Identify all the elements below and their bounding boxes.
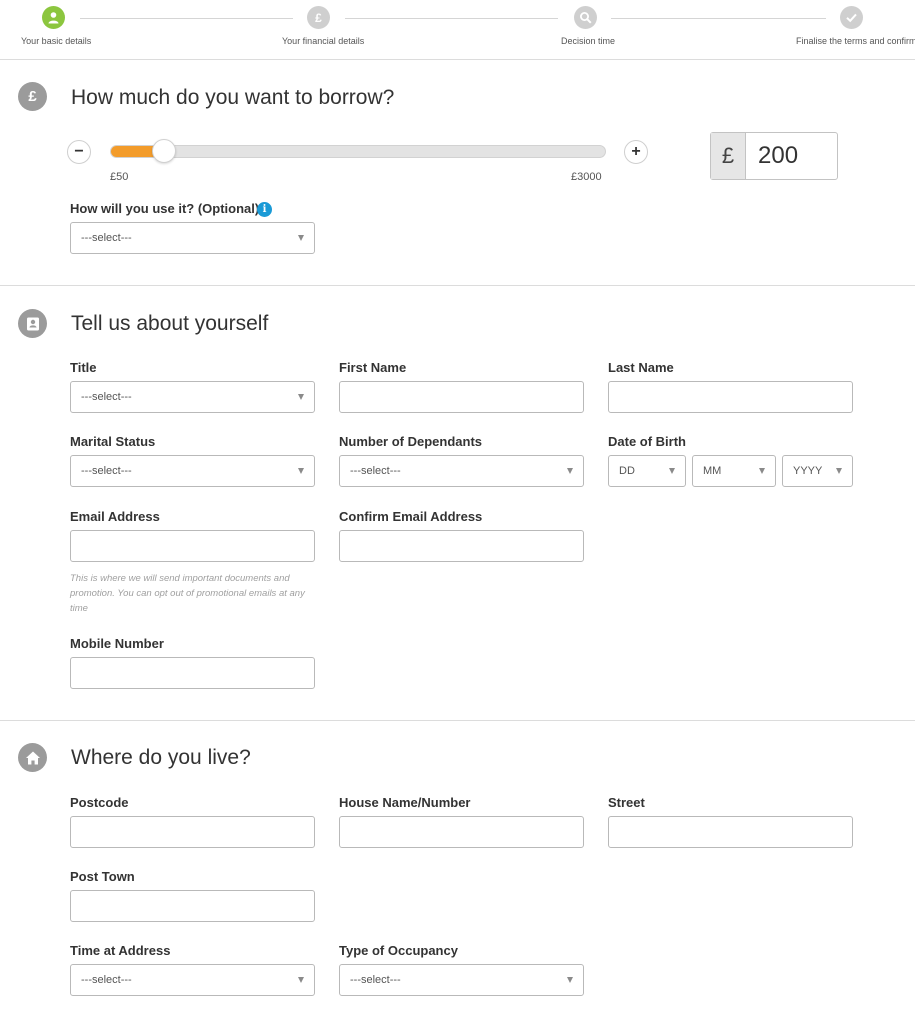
step-financial-details-icon: £ <box>307 6 330 29</box>
mobile-label: Mobile Number <box>70 636 164 651</box>
slider-min-label: £50 <box>110 171 129 183</box>
use-purpose-label: How will you use it? (Optional) <box>70 201 260 216</box>
time-at-address-select[interactable]: ---select--- <box>70 964 315 996</box>
email-field[interactable] <box>70 530 315 562</box>
occupancy-label: Type of Occupancy <box>339 943 458 958</box>
title-select[interactable]: ---select--- <box>70 381 315 413</box>
select-value: ---select--- <box>81 391 132 403</box>
about-section-icon <box>18 309 47 338</box>
chevron-down-icon <box>567 977 573 983</box>
postcode-label: Postcode <box>70 795 129 810</box>
step-basic-details-icon <box>42 6 65 29</box>
marital-status-select[interactable]: ---select--- <box>70 455 315 487</box>
select-value: ---select--- <box>350 974 401 986</box>
currency-symbol: £ <box>711 133 746 179</box>
marital-status-label: Marital Status <box>70 434 156 449</box>
post-town-label: Post Town <box>70 869 135 884</box>
info-icon[interactable]: i <box>257 202 272 217</box>
chevron-down-icon <box>298 977 304 983</box>
select-value: YYYY <box>793 465 823 477</box>
house-number-field[interactable] <box>339 816 584 848</box>
about-section-title: Tell us about yourself <box>71 312 269 335</box>
confirm-email-field[interactable] <box>339 530 584 562</box>
last-name-label: Last Name <box>608 360 674 375</box>
step-label-basic-details: Your basic details <box>21 36 92 46</box>
confirm-email-label: Confirm Email Address <box>339 509 483 524</box>
search-icon <box>580 12 592 24</box>
mobile-field[interactable] <box>70 657 315 689</box>
user-icon <box>48 12 59 24</box>
occupancy-select[interactable]: ---select--- <box>339 964 584 996</box>
section-divider <box>0 285 915 286</box>
chevron-down-icon <box>298 235 304 241</box>
step-connector <box>80 18 293 19</box>
address-section-icon <box>18 743 47 772</box>
progress-stepper: £ Your basic details Your financial deta… <box>0 0 915 60</box>
first-name-label: First Name <box>339 360 407 375</box>
select-value: ---select--- <box>350 465 401 477</box>
check-icon <box>846 13 857 23</box>
step-confirm-icon <box>840 6 863 29</box>
step-connector <box>611 18 826 19</box>
step-connector <box>345 18 558 19</box>
select-value: ---select--- <box>81 465 132 477</box>
address-section-title: Where do you live? <box>71 746 251 769</box>
dob-month-select[interactable]: MM <box>692 455 776 487</box>
dependants-select[interactable]: ---select--- <box>339 455 584 487</box>
select-value: ---select--- <box>81 232 132 244</box>
last-name-field[interactable] <box>608 381 853 413</box>
title-label: Title <box>70 360 97 375</box>
amount-field[interactable]: £ 200 <box>710 132 838 180</box>
email-hint: This is where we will send important doc… <box>70 573 305 614</box>
borrow-section-title: How much do you want to borrow? <box>71 86 395 109</box>
borrow-section-icon: £ <box>18 82 47 111</box>
post-town-field[interactable] <box>70 890 315 922</box>
postcode-field[interactable] <box>70 816 315 848</box>
amount-input[interactable]: 200 <box>746 133 837 179</box>
chevron-down-icon <box>669 468 675 474</box>
dependants-label: Number of Dependants <box>339 434 483 449</box>
amount-slider-track[interactable] <box>110 145 606 158</box>
section-divider <box>0 720 915 721</box>
select-value: DD <box>619 465 635 477</box>
house-number-label: House Name/Number <box>339 795 471 810</box>
home-icon <box>25 751 40 764</box>
select-value: ---select--- <box>81 974 132 986</box>
chevron-down-icon <box>298 468 304 474</box>
time-at-address-label: Time at Address <box>70 943 171 958</box>
pound-icon: £ <box>28 88 37 105</box>
step-label-decision: Decision time <box>561 36 616 46</box>
pound-icon: £ <box>315 10 322 25</box>
step-label-financial-details: Your financial details <box>282 36 365 46</box>
amount-slider-handle[interactable] <box>152 139 176 163</box>
dob-day-select[interactable]: DD <box>608 455 686 487</box>
date-of-birth-label: Date of Birth <box>608 434 686 449</box>
chevron-down-icon <box>759 468 765 474</box>
street-label: Street <box>608 795 645 810</box>
chevron-down-icon <box>836 468 842 474</box>
slider-max-label: £3000 <box>571 171 602 183</box>
email-label: Email Address <box>70 509 160 524</box>
decrease-amount-button[interactable]: − <box>67 140 91 164</box>
use-purpose-select[interactable]: ---select--- <box>70 222 315 254</box>
contact-card-icon <box>26 317 39 330</box>
select-value: MM <box>703 465 722 477</box>
increase-amount-button[interactable]: + <box>624 140 648 164</box>
dob-year-select[interactable]: YYYY <box>782 455 853 487</box>
street-field[interactable] <box>608 816 853 848</box>
chevron-down-icon <box>298 394 304 400</box>
first-name-field[interactable] <box>339 381 584 413</box>
step-decision-icon <box>574 6 597 29</box>
chevron-down-icon <box>567 468 573 474</box>
step-label-confirm: Finalise the terms and confirm <box>796 36 915 46</box>
